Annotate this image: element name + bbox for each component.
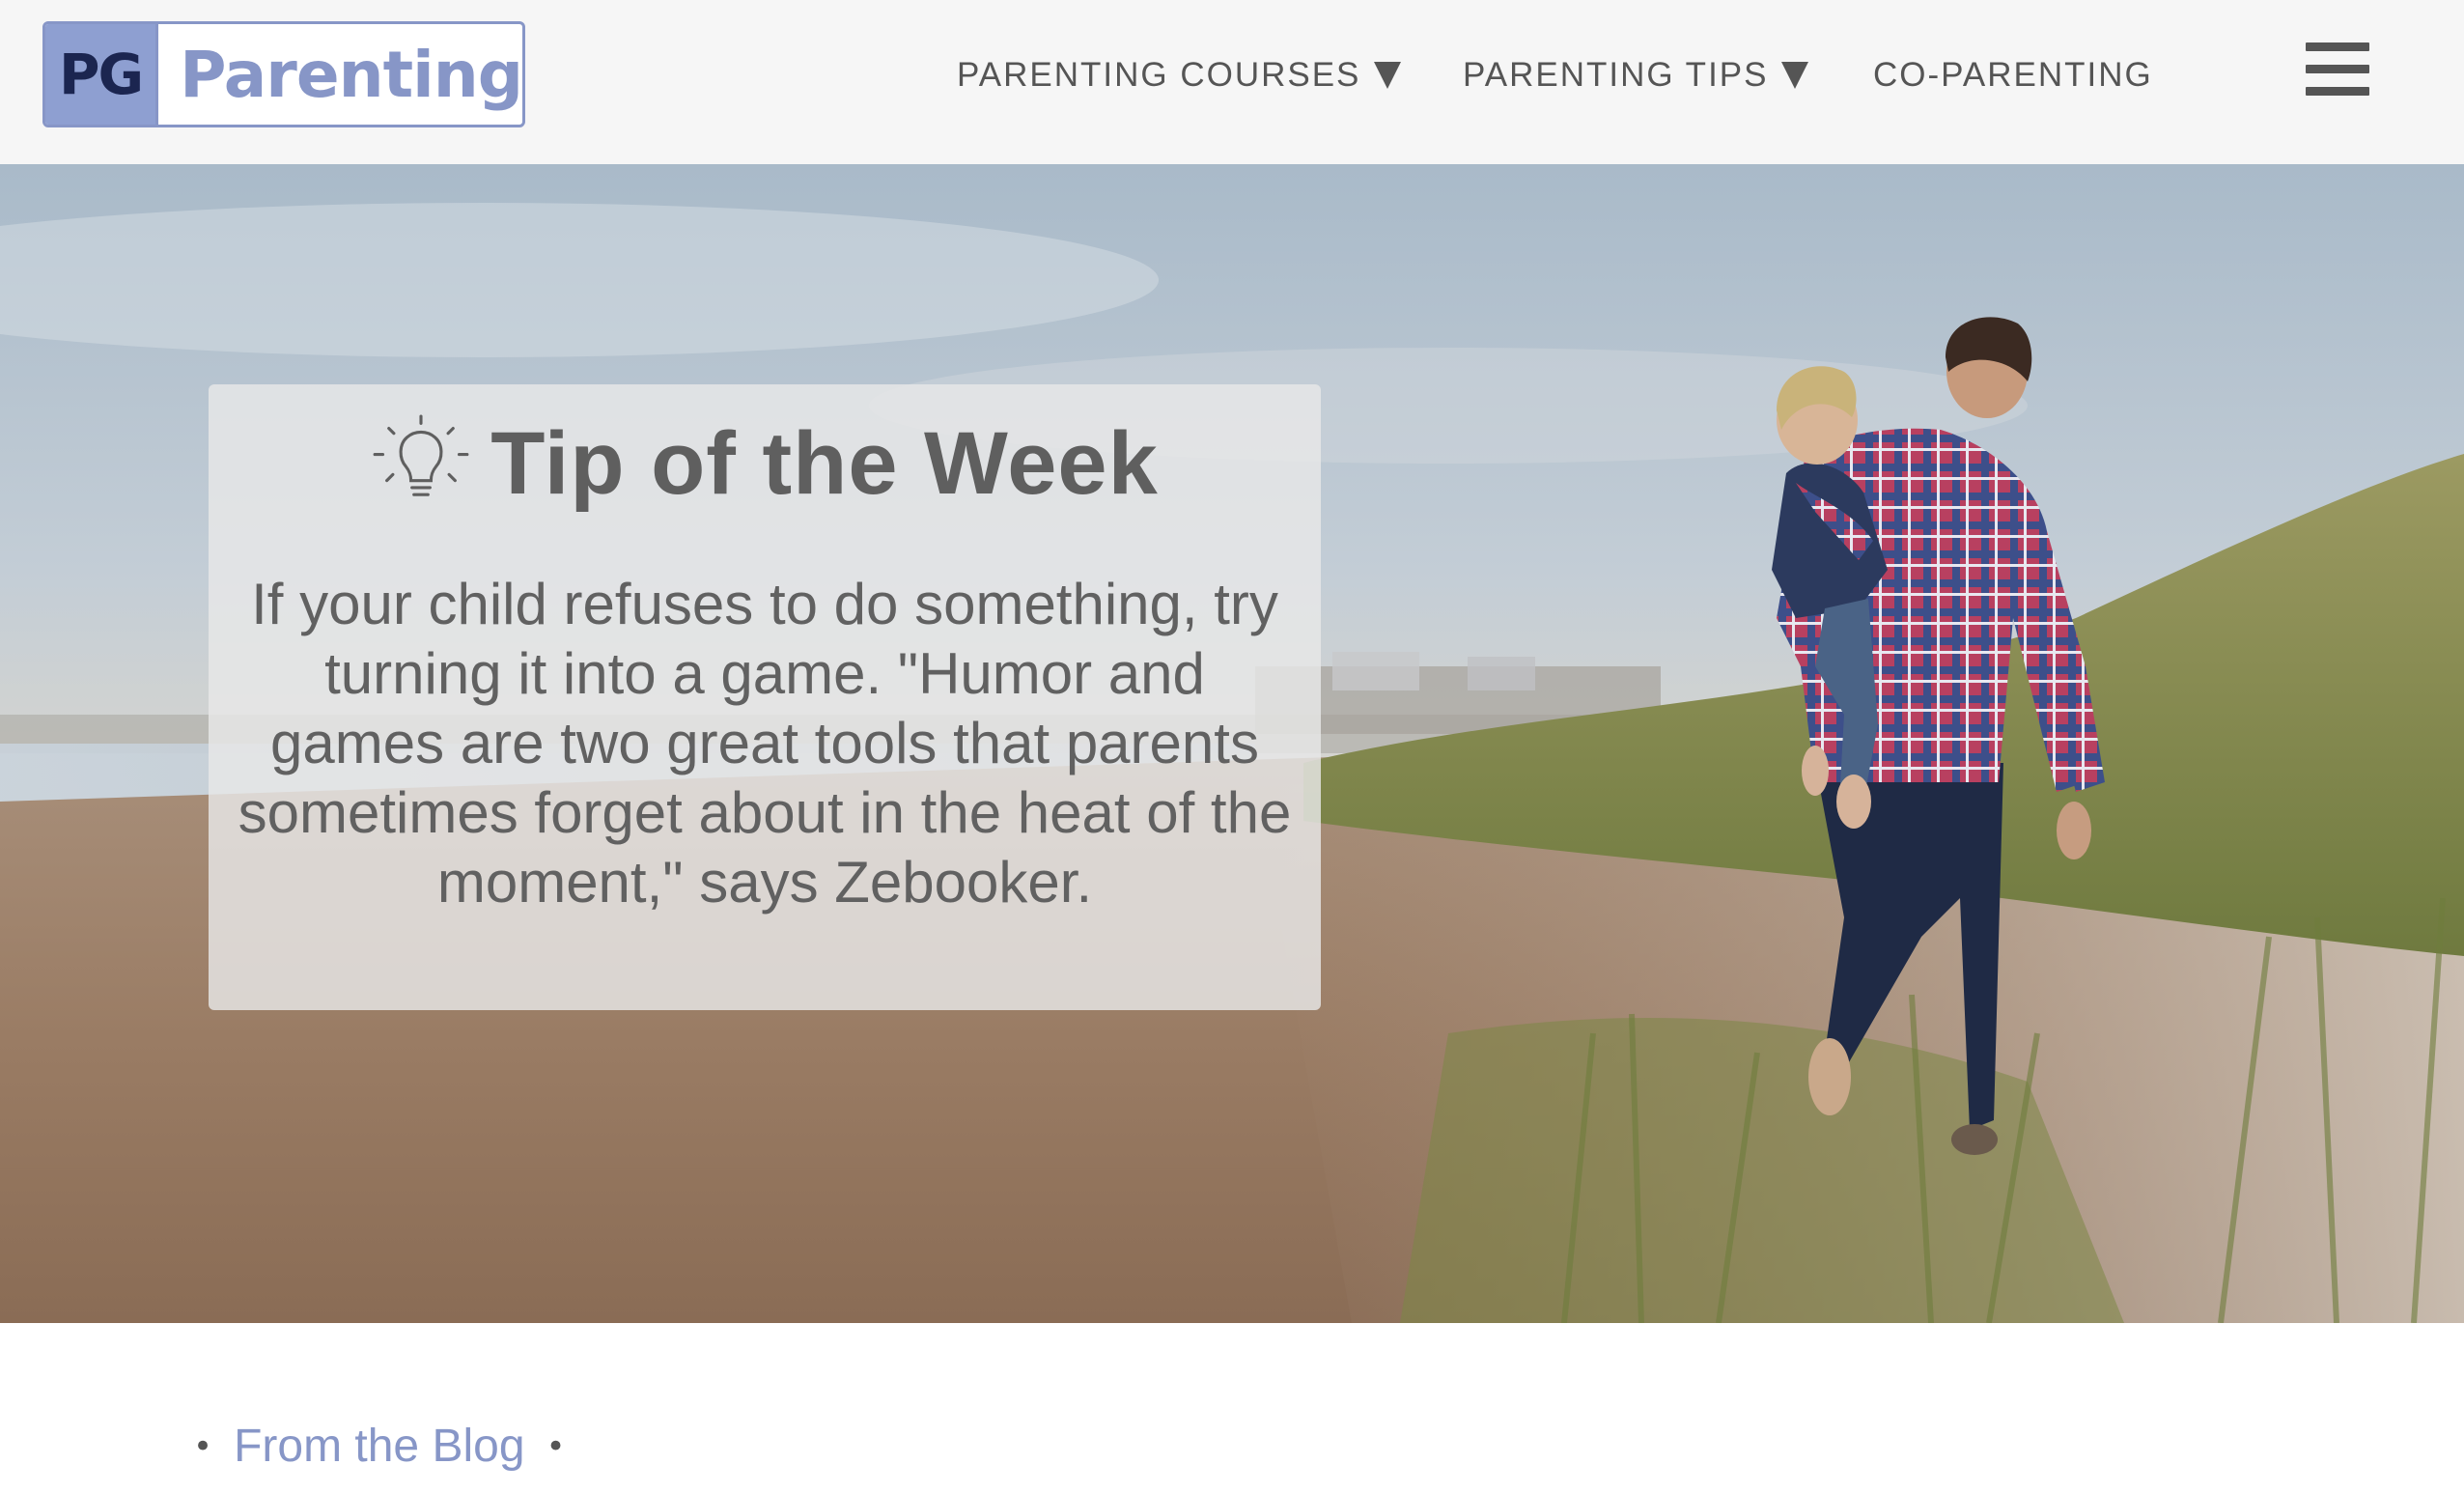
site-header: PG Parenting PARENTING COURSES PARENTING… xyxy=(0,0,2464,164)
blog-breadcrumb: • From the Blog • xyxy=(193,1420,566,1473)
nav-item-parenting-tips[interactable]: PARENTING TIPS xyxy=(1463,56,1809,95)
nav-item-co-parenting[interactable]: CO-PARENTING xyxy=(1873,56,2153,95)
nav-item-parenting-courses[interactable]: PARENTING COURSES xyxy=(957,56,1402,95)
list-bullet: • xyxy=(193,1426,213,1466)
hero-banner: Tip of the Week If your child refuses to… xyxy=(0,164,2464,1323)
nav-item-label: CO-PARENTING xyxy=(1873,56,2153,94)
nav-item-label: PARENTING COURSES xyxy=(957,56,1361,94)
tip-title: Tip of the Week xyxy=(490,414,1159,513)
logo-mark: PG xyxy=(45,24,156,125)
nav-item-label: PARENTING TIPS xyxy=(1463,56,1769,94)
dropdown-caret-icon xyxy=(1781,62,1809,89)
tip-of-the-week-card: Tip of the Week If your child refuses to… xyxy=(209,384,1321,1010)
list-bullet: • xyxy=(546,1426,566,1466)
site-logo[interactable]: PG Parenting xyxy=(42,21,525,127)
dropdown-caret-icon xyxy=(1374,62,1402,89)
logo-wordmark: Parenting xyxy=(155,24,522,125)
tip-title-row: Tip of the Week xyxy=(209,413,1321,515)
tip-body-text: If your child refuses to do something, t… xyxy=(238,572,1292,915)
hamburger-menu-icon[interactable] xyxy=(2306,42,2369,97)
from-the-blog-link[interactable]: From the Blog xyxy=(234,1420,524,1473)
lightbulb-icon xyxy=(373,414,469,496)
